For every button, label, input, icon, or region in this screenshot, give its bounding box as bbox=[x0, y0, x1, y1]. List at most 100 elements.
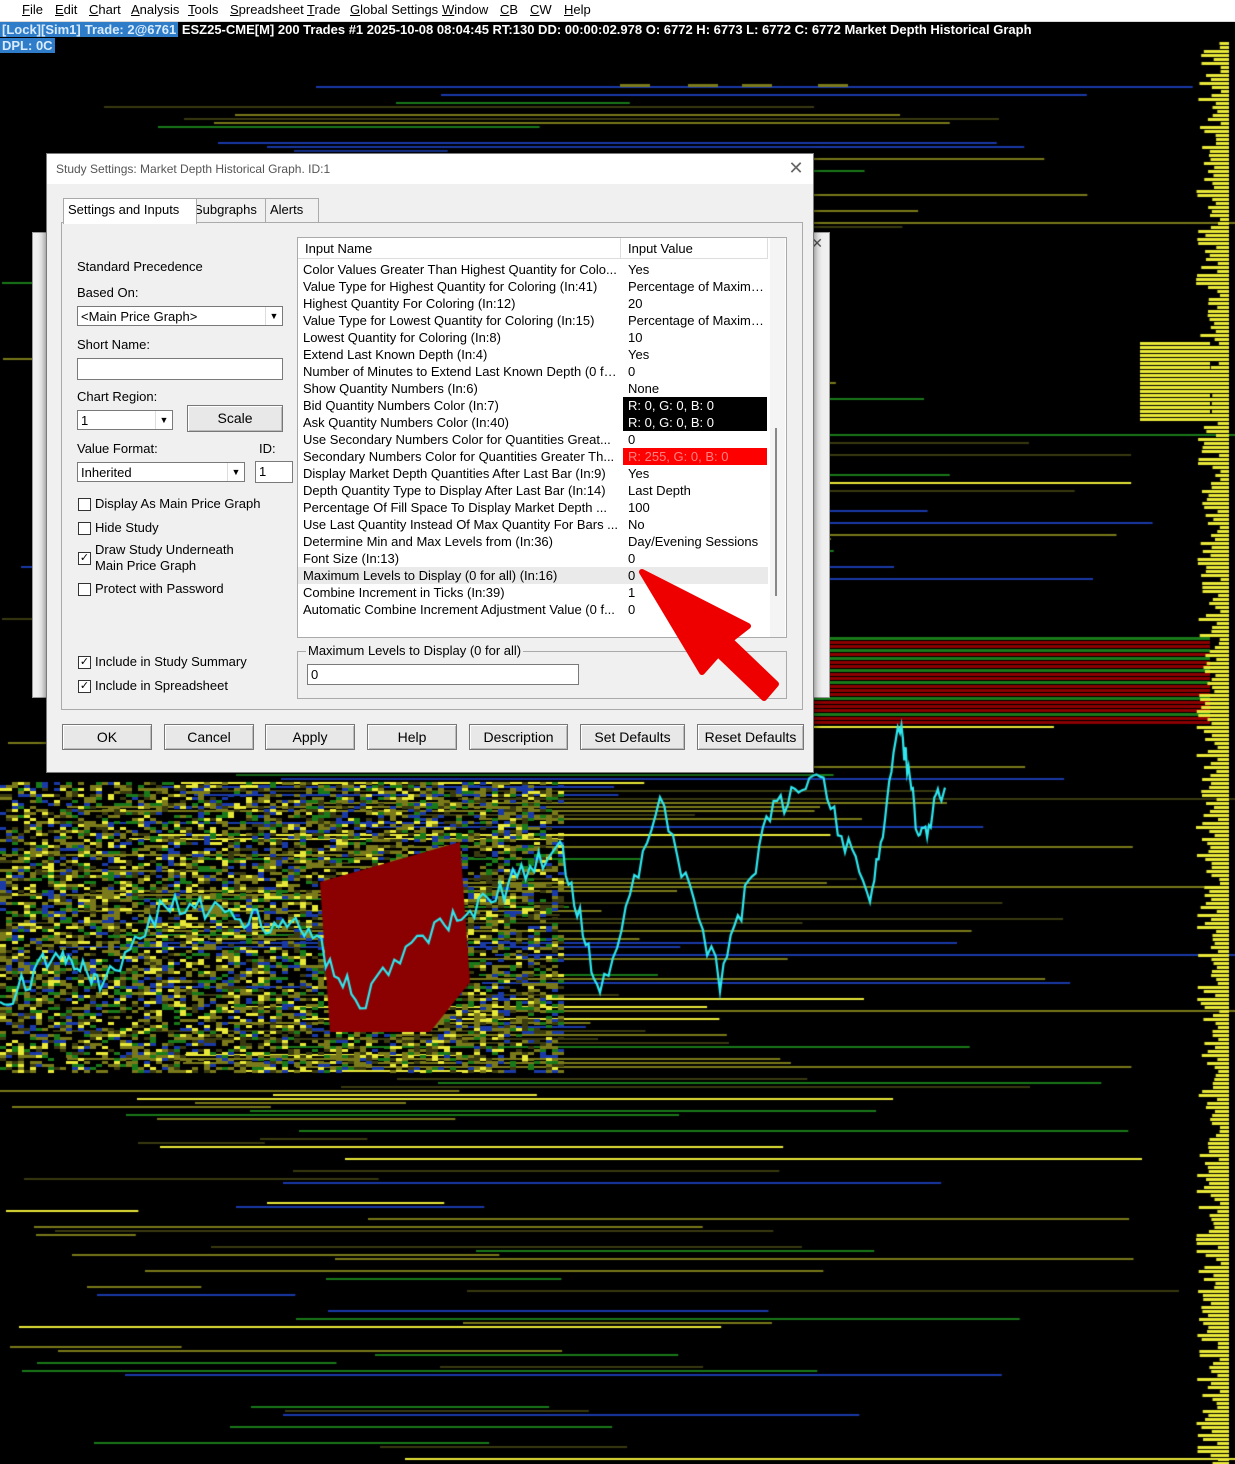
input-value-cell[interactable]: Day/Evening Sessions bbox=[623, 533, 767, 550]
grid-row[interactable]: Highest Quantity For Coloring (In:12) 20 bbox=[298, 295, 768, 312]
input-value-cell[interactable]: None bbox=[623, 380, 767, 397]
grid-row[interactable]: Value Type for Highest Quantity for Colo… bbox=[298, 278, 768, 295]
input-value-cell[interactable]: 20 bbox=[623, 295, 767, 312]
draw-underneath-checkbox[interactable]: ✓ bbox=[78, 552, 91, 565]
input-name-cell[interactable]: Percentage Of Fill Space To Display Mark… bbox=[303, 499, 621, 516]
input-name-cell[interactable]: Secondary Numbers Color for Quantities G… bbox=[303, 448, 621, 465]
input-value-cell[interactable]: R: 255, G: 0, B: 0 bbox=[623, 448, 767, 465]
menu-tools[interactable]: Tools bbox=[188, 2, 218, 17]
input-value-cell[interactable]: Last Depth bbox=[623, 482, 767, 499]
input-name-cell[interactable]: Depth Quantity Type to Display After Las… bbox=[303, 482, 621, 499]
input-name-cell[interactable]: Font Size (In:13) bbox=[303, 550, 621, 567]
input-name-cell[interactable]: Use Secondary Numbers Color for Quantiti… bbox=[303, 431, 621, 448]
input-name-cell[interactable]: Bid Quantity Numbers Color (In:7) bbox=[303, 397, 621, 414]
include-spreadsheet-checkbox[interactable]: ✓ bbox=[78, 680, 91, 693]
column-divider[interactable] bbox=[620, 238, 621, 258]
input-name-cell[interactable]: Determine Min and Max Levels from (In:36… bbox=[303, 533, 621, 550]
input-name-cell[interactable]: Maximum Levels to Display (0 for all) (I… bbox=[303, 567, 621, 584]
description-button[interactable]: Description bbox=[469, 724, 568, 750]
grid-row[interactable]: Ask Quantity Numbers Color (In:40) R: 0, … bbox=[298, 414, 768, 431]
value-format-select[interactable]: Inherited ▼ bbox=[77, 462, 245, 482]
input-value-cell[interactable]: Yes bbox=[623, 261, 767, 278]
column-divider[interactable] bbox=[767, 238, 768, 258]
grid-row[interactable]: Use Secondary Numbers Color for Quantiti… bbox=[298, 431, 768, 448]
input-name-cell[interactable]: Ask Quantity Numbers Color (In:40) bbox=[303, 414, 621, 431]
menu-spreadsheet[interactable]: Spreadsheet bbox=[230, 2, 304, 17]
editor-value-input[interactable]: 0 bbox=[307, 664, 579, 685]
grid-row[interactable]: Percentage Of Fill Space To Display Mark… bbox=[298, 499, 768, 516]
dialog-titlebar[interactable]: Study Settings: Market Depth Historical … bbox=[47, 154, 813, 184]
protect-password-label: Protect with Password bbox=[95, 581, 224, 596]
help-button[interactable]: Help bbox=[367, 724, 457, 750]
grid-row[interactable]: Display Market Depth Quantities After La… bbox=[298, 465, 768, 482]
input-value-cell[interactable]: 0 bbox=[623, 550, 767, 567]
menu-window[interactable]: Window bbox=[442, 2, 488, 17]
set-defaults-button[interactable]: Set Defaults bbox=[580, 724, 685, 750]
input-name-cell[interactable]: Highest Quantity For Coloring (In:12) bbox=[303, 295, 621, 312]
grid-row[interactable]: Determine Min and Max Levels from (In:36… bbox=[298, 533, 768, 550]
tab-alerts[interactable]: Alerts bbox=[265, 198, 319, 223]
chart-region-select[interactable]: 1 ▼ bbox=[77, 410, 173, 430]
cancel-button[interactable]: Cancel bbox=[164, 724, 254, 750]
grid-row[interactable]: Extend Last Known Depth (In:4) Yes bbox=[298, 346, 768, 363]
input-name-cell[interactable]: Value Type for Lowest Quantity for Color… bbox=[303, 312, 621, 329]
menu-trade[interactable]: Trade bbox=[307, 2, 341, 17]
include-summary-checkbox[interactable]: ✓ bbox=[78, 656, 91, 669]
id-input[interactable]: 1 bbox=[255, 461, 293, 483]
input-value-cell[interactable]: Percentage of Maximu... bbox=[623, 312, 767, 329]
close-icon[interactable]: ✕ bbox=[785, 157, 807, 179]
input-name-cell[interactable]: Number of Minutes to Extend Last Known D… bbox=[303, 363, 621, 380]
apply-button[interactable]: Apply bbox=[265, 724, 355, 750]
grid-row[interactable]: Bid Quantity Numbers Color (In:7) R: 0, G… bbox=[298, 397, 768, 414]
grid-row[interactable]: Number of Minutes to Extend Last Known D… bbox=[298, 363, 768, 380]
protect-password-checkbox[interactable] bbox=[78, 583, 91, 596]
input-name-cell[interactable]: Extend Last Known Depth (In:4) bbox=[303, 346, 621, 363]
menu-chart[interactable]: Chart bbox=[89, 2, 121, 17]
input-value-cell[interactable]: R: 0, G: 0, B: 0 bbox=[623, 397, 767, 414]
input-name-cell[interactable]: Use Last Quantity Instead Of Max Quantit… bbox=[303, 516, 621, 533]
grid-row[interactable]: Lowest Quantity for Coloring (In:8) 10 bbox=[298, 329, 768, 346]
input-value-cell[interactable]: 100 bbox=[623, 499, 767, 516]
input-value-cell[interactable]: 0 bbox=[623, 431, 767, 448]
input-value-cell[interactable]: 0 bbox=[623, 363, 767, 380]
tab-subgraphs[interactable]: Subgraphs bbox=[189, 198, 271, 223]
hide-study-checkbox[interactable] bbox=[78, 522, 91, 535]
grid-row[interactable]: Value Type for Lowest Quantity for Color… bbox=[298, 312, 768, 329]
input-name-cell[interactable]: Automatic Combine Increment Adjustment V… bbox=[303, 601, 621, 618]
reset-defaults-button[interactable]: Reset Defaults bbox=[697, 724, 804, 750]
scale-button[interactable]: Scale bbox=[187, 405, 283, 432]
menu-analysis[interactable]: Analysis bbox=[131, 2, 179, 17]
menu-cw[interactable]: CW bbox=[530, 2, 552, 17]
input-value-cell[interactable]: No bbox=[623, 516, 767, 533]
grid-row[interactable]: Color Values Greater Than Highest Quanti… bbox=[298, 261, 768, 278]
menu-cb[interactable]: CB bbox=[500, 2, 518, 17]
col-input-name[interactable]: Input Name bbox=[305, 241, 372, 256]
draw-underneath-label: Draw Study Underneath bbox=[95, 542, 234, 557]
menu-help[interactable]: Help bbox=[564, 2, 591, 17]
grid-row[interactable]: Font Size (In:13) 0 bbox=[298, 550, 768, 567]
ok-button[interactable]: OK bbox=[62, 724, 152, 750]
col-input-value[interactable]: Input Value bbox=[628, 241, 693, 256]
based-on-select[interactable]: <Main Price Graph> ▼ bbox=[77, 306, 283, 326]
grid-row[interactable]: Use Last Quantity Instead Of Max Quantit… bbox=[298, 516, 768, 533]
display-as-main-checkbox[interactable] bbox=[78, 498, 91, 511]
input-name-cell[interactable]: Color Values Greater Than Highest Quanti… bbox=[303, 261, 621, 278]
grid-row[interactable]: Secondary Numbers Color for Quantities G… bbox=[298, 448, 768, 465]
menu-edit[interactable]: Edit bbox=[55, 2, 77, 17]
input-name-cell[interactable]: Value Type for Highest Quantity for Colo… bbox=[303, 278, 621, 295]
input-value-cell[interactable]: Percentage of Maximu... bbox=[623, 278, 767, 295]
input-value-cell[interactable]: Yes bbox=[623, 465, 767, 482]
input-name-cell[interactable]: Show Quantity Numbers (In:6) bbox=[303, 380, 621, 397]
tab-settings-and-inputs[interactable]: Settings and Inputs bbox=[63, 198, 197, 224]
grid-row[interactable]: Show Quantity Numbers (In:6) None bbox=[298, 380, 768, 397]
short-name-input[interactable] bbox=[77, 358, 283, 380]
input-value-cell[interactable]: R: 0, G: 0, B: 0 bbox=[623, 414, 767, 431]
menu-global-settings[interactable]: Global Settings bbox=[350, 2, 438, 17]
input-value-cell[interactable]: Yes bbox=[623, 346, 767, 363]
input-name-cell[interactable]: Combine Increment in Ticks (In:39) bbox=[303, 584, 621, 601]
menu-file[interactable]: File bbox=[22, 2, 43, 17]
input-name-cell[interactable]: Lowest Quantity for Coloring (In:8) bbox=[303, 329, 621, 346]
grid-row[interactable]: Depth Quantity Type to Display After Las… bbox=[298, 482, 768, 499]
input-name-cell[interactable]: Display Market Depth Quantities After La… bbox=[303, 465, 621, 482]
input-value-cell[interactable]: 10 bbox=[623, 329, 767, 346]
